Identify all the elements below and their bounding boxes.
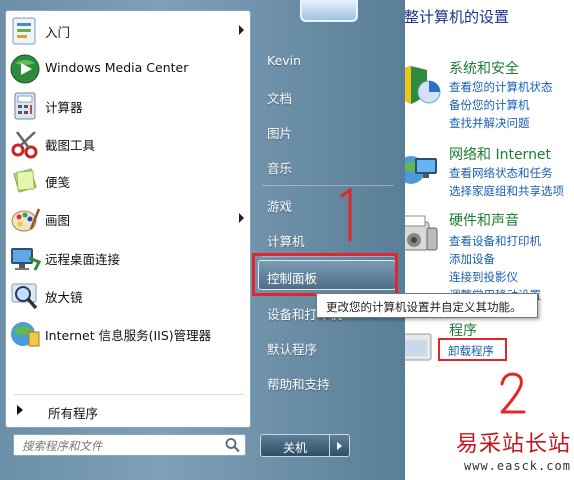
right-item-user[interactable]: Kevin	[258, 46, 398, 76]
right-item-default-programs[interactable]: 默认程序	[258, 332, 398, 362]
annotation-highlight-box	[252, 253, 398, 296]
remote-desktop-icon	[11, 248, 41, 271]
user-avatar[interactable]	[300, 0, 358, 22]
divider	[262, 185, 394, 186]
link-homegroup[interactable]: 选择家庭组和共享选项	[449, 183, 564, 199]
shutdown-control: 关机	[260, 434, 350, 457]
watermark-text: 易采站长站	[456, 432, 572, 457]
program-label: Windows Media Center	[45, 60, 189, 75]
category-heading[interactable]: 硬件和声音	[449, 210, 519, 230]
link-add-device[interactable]: 添加设备	[449, 251, 495, 267]
program-label: 便笺	[45, 175, 71, 190]
program-label: Internet 信息服务(IIS)管理器	[45, 328, 212, 343]
right-item-label: 音乐	[267, 161, 293, 176]
submenu-arrow-icon	[239, 213, 244, 223]
program-label: 计算器	[45, 100, 83, 115]
right-item-label: 计算机	[267, 234, 305, 249]
right-item-label: 默认程序	[267, 342, 318, 357]
program-item-snipping-tool[interactable]: 截图工具	[6, 126, 252, 162]
program-label: 入门	[45, 25, 71, 40]
category-heading[interactable]: 程序	[449, 320, 477, 340]
program-label: 截图工具	[45, 138, 96, 153]
control-panel-title: 整计算机的设置	[404, 8, 510, 26]
tooltip: 更改您的计算机设置并自定义其功能。	[316, 293, 538, 318]
right-item-music[interactable]: 音乐	[258, 151, 398, 181]
right-item-games[interactable]: 游戏	[258, 189, 398, 219]
right-item-label: Kevin	[267, 53, 302, 68]
right-item-label: 文档	[267, 91, 293, 106]
search-icon[interactable]	[224, 437, 242, 453]
programs-pane: 入门 Windows Media Center 计算器 截图工具 便笺 画图 远…	[5, 10, 251, 428]
chevron-right-icon	[337, 442, 342, 450]
calculator-icon	[14, 92, 36, 120]
watermark: 易采站长站 www.easck.com	[456, 426, 574, 480]
watermark-url: www.easck.com	[464, 459, 571, 473]
link-network-status[interactable]: 查看网络状态和任务	[449, 165, 553, 181]
arrow-right-icon	[17, 405, 23, 415]
getting-started-icon	[12, 17, 36, 45]
program-item-getting-started[interactable]: 入门	[6, 13, 252, 49]
link-backup[interactable]: 备份您的计算机	[449, 97, 530, 113]
program-item-remote-desktop[interactable]: 远程桌面连接	[6, 240, 252, 276]
program-label: 画图	[45, 213, 71, 228]
divider	[14, 394, 244, 395]
category-heading[interactable]: 系统和安全	[449, 58, 519, 78]
shutdown-button[interactable]: 关机	[260, 434, 330, 457]
sticky-notes-icon	[13, 168, 37, 193]
program-item-magnifier[interactable]: 放大镜	[6, 278, 252, 314]
submenu-arrow-icon	[239, 25, 244, 35]
program-item-media-center[interactable]: Windows Media Center	[6, 51, 252, 87]
tooltip-text: 更改您的计算机设置并自定义其功能。	[326, 300, 522, 314]
program-label: 远程桌面连接	[45, 252, 121, 267]
shutdown-label: 关机	[282, 441, 307, 455]
search-input[interactable]	[14, 436, 204, 456]
paint-icon	[11, 208, 41, 232]
annotation-step-1	[340, 188, 352, 242]
right-item-documents[interactable]: 文档	[258, 81, 398, 111]
right-item-label: 图片	[267, 126, 293, 141]
shutdown-options-button[interactable]	[330, 434, 350, 457]
link-projector[interactable]: 连接到投影仪	[449, 269, 518, 285]
control-panel-window: 整计算机的设置 系统和安全 查看您的计算机状态 备份您的计算机 查找并解决问题 …	[395, 0, 574, 480]
magnifier-icon	[11, 283, 38, 310]
annotation-highlight-box	[438, 338, 507, 361]
link-troubleshoot[interactable]: 查找并解决问题	[449, 115, 530, 131]
program-item-paint[interactable]: 画图	[6, 201, 252, 237]
all-programs-button[interactable]: 所有程序	[6, 399, 252, 423]
snipping-tool-icon	[11, 131, 38, 159]
program-item-sticky-notes[interactable]: 便笺	[6, 163, 252, 199]
search-box	[13, 434, 246, 456]
right-item-label: 帮助和支持	[267, 377, 330, 392]
all-programs-label: 所有程序	[48, 406, 99, 421]
annotation-step-2	[500, 372, 526, 414]
link-view-status[interactable]: 查看您的计算机状态	[449, 79, 553, 95]
iis-manager-icon	[11, 322, 40, 347]
right-item-label: 游戏	[267, 199, 293, 214]
category-heading[interactable]: 网络和 Internet	[449, 144, 551, 164]
right-item-help-support[interactable]: 帮助和支持	[258, 367, 398, 397]
program-label: 放大镜	[45, 290, 83, 305]
program-item-calculator[interactable]: 计算器	[6, 88, 252, 124]
right-item-pictures[interactable]: 图片	[258, 116, 398, 146]
program-item-iis-manager[interactable]: Internet 信息服务(IIS)管理器	[6, 316, 252, 352]
media-center-icon	[10, 54, 40, 84]
right-item-computer[interactable]: 计算机	[258, 224, 398, 254]
link-devices-printers[interactable]: 查看设备和打印机	[449, 233, 541, 249]
